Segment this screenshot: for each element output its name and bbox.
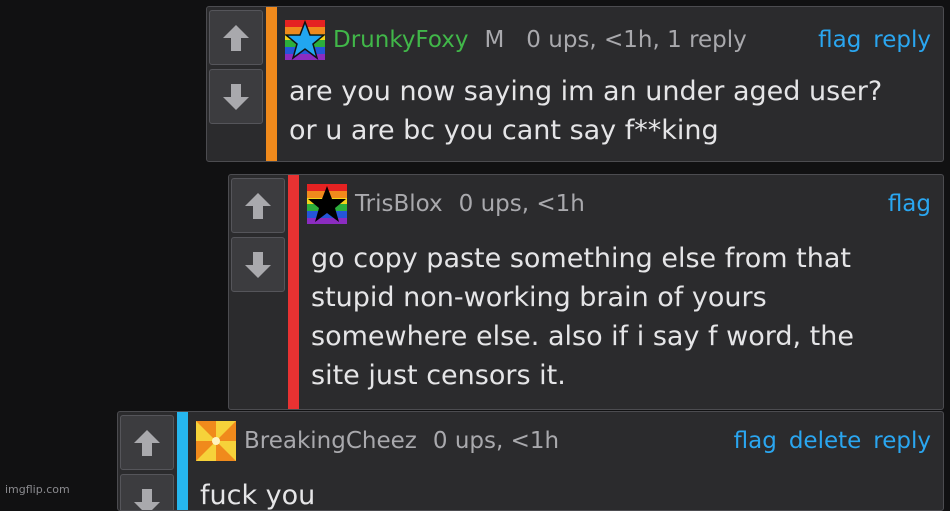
comment-meta: 0 ups, <1h [433,428,559,454]
comment-header: TrisBlox 0 ups, <1h flag [307,181,931,227]
comment-drunkyfoxy: DrunkyFoxy M 0 ups, <1h, 1 reply flag re… [206,6,944,162]
comment-breakingcheez: BreakingCheez 0 ups, <1h flag delete rep… [117,411,944,511]
reply-link[interactable]: reply [873,27,931,53]
comment-body: TrisBlox 0 ups, <1h flag go copy paste s… [299,175,943,409]
comment-thread-bar [266,7,277,161]
comment-header: BreakingCheez 0 ups, <1h flag delete rep… [196,418,931,464]
mod-badge: M [484,27,504,53]
comment-text: go copy paste something else from that s… [311,239,931,395]
comment-text-line: site just censors it. [311,356,931,395]
downvote-button[interactable] [209,69,263,124]
username[interactable]: TrisBlox [355,191,443,217]
delete-link[interactable]: delete [789,428,861,454]
up-arrow-icon [132,428,162,458]
comment-thread-bar [177,412,188,510]
upvote-button[interactable] [120,415,174,470]
comment-header: DrunkyFoxy M 0 ups, <1h, 1 reply flag re… [285,17,931,63]
comment-text-line: go copy paste something else from that [311,239,931,278]
username[interactable]: DrunkyFoxy [333,27,468,53]
rainbow-black-star-icon[interactable] [307,184,347,224]
upvote-button[interactable] [209,10,263,65]
comment-text-line: are you now saying im an under aged user… [289,72,931,111]
flag-link[interactable]: flag [818,27,861,53]
comment-body: DrunkyFoxy M 0 ups, <1h, 1 reply flag re… [277,7,943,161]
comment-body: BreakingCheez 0 ups, <1h flag delete rep… [188,412,943,510]
comment-text-line: stupid non-working brain of yours [311,278,931,317]
down-arrow-icon [221,82,251,112]
upvote-button[interactable] [231,178,285,233]
orange-pinwheel-icon[interactable] [196,421,236,461]
comment-text-line: somewhere else. also if i say f word, th… [311,317,931,356]
downvote-button[interactable] [120,474,174,511]
comment-text-line: fuck you [200,476,931,511]
imgflip-watermark: imgflip.com [5,483,70,496]
comment-thread-bar [288,175,299,409]
up-arrow-icon [243,191,273,221]
down-arrow-icon [243,250,273,280]
flag-link[interactable]: flag [888,191,931,217]
comment-meta: 0 ups, <1h [459,191,585,217]
downvote-button[interactable] [231,237,285,292]
username[interactable]: BreakingCheez [244,428,417,454]
comment-text: fuck you [200,476,931,511]
reply-link[interactable]: reply [873,428,931,454]
flag-link[interactable]: flag [734,428,777,454]
comment-text-line: or u are bc you cant say f**king [289,111,931,150]
comment-text: are you now saying im an under aged user… [289,72,931,150]
comment-meta: 0 ups, <1h, 1 reply [526,27,746,53]
rainbow-blue-star-icon[interactable] [285,20,325,60]
comment-trisblox: TrisBlox 0 ups, <1h flag go copy paste s… [228,174,944,410]
up-arrow-icon [221,23,251,53]
